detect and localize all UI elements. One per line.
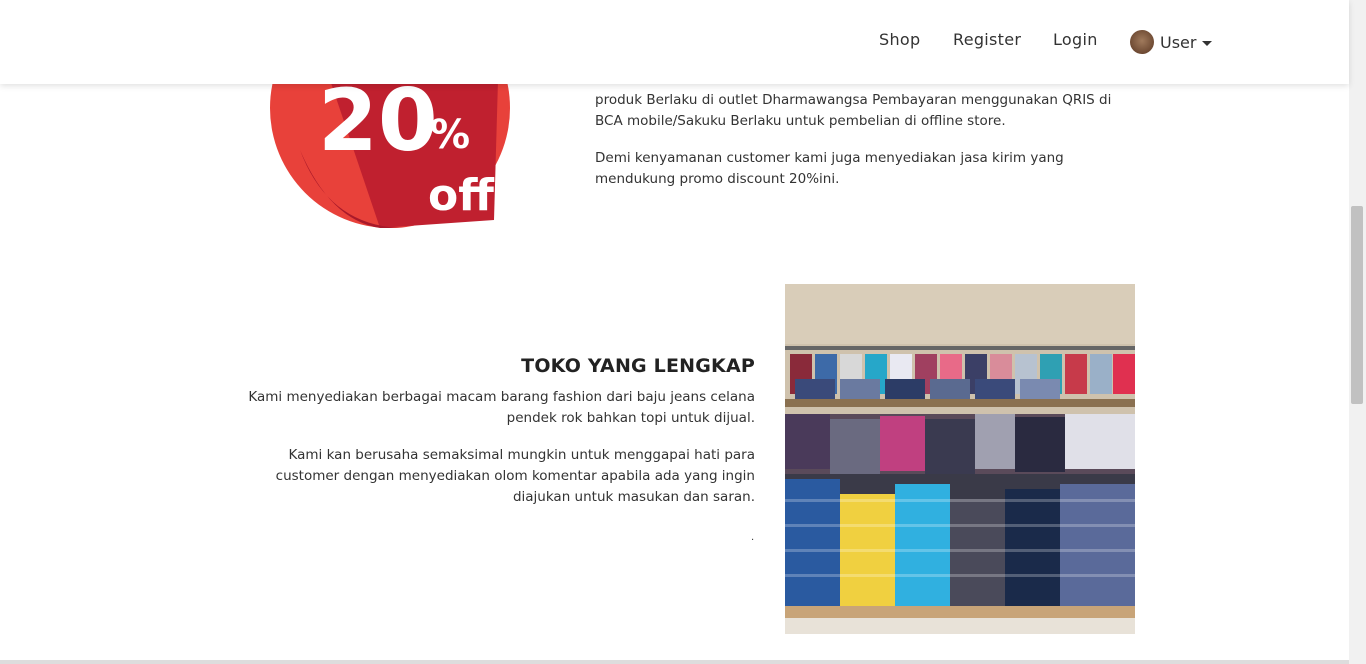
promo-discount-image: 20 % off <box>270 60 510 240</box>
store-dot: . <box>751 532 755 543</box>
promo-description: produk Berlaku di outlet Dharmawangsa Pe… <box>595 90 1140 206</box>
badge-percent-text: 20 <box>318 71 438 171</box>
promo-paragraph-1: produk Berlaku di outlet Dharmawangsa Pe… <box>595 92 1112 129</box>
store-section-title: TOKO YANG LENGKAP <box>521 355 755 377</box>
nav-login-link[interactable]: Login <box>1053 30 1098 49</box>
bottom-edge <box>0 660 1349 664</box>
nav-links: Shop Register Login User <box>0 0 1349 84</box>
store-paragraph-2: Kami kan berusaha semaksimal mungkin unt… <box>275 447 755 505</box>
top-navbar: Shop Register Login User <box>0 0 1349 84</box>
store-description: Kami menyediakan berbagai macam barang f… <box>225 387 755 524</box>
badge-percent-symbol: % <box>430 112 470 158</box>
badge-off-text: off <box>428 170 495 221</box>
page-scrollbar[interactable] <box>1349 0 1366 664</box>
scrollbar-thumb[interactable] <box>1351 206 1363 404</box>
promo-paragraph-2: Demi kenyamanan customer kami juga menye… <box>595 150 1064 187</box>
caret-down-icon <box>1202 40 1213 46</box>
user-label: User <box>1160 32 1197 52</box>
store-photo <box>785 284 1135 634</box>
nav-shop-link[interactable]: Shop <box>879 30 920 49</box>
user-avatar <box>1130 30 1154 54</box>
store-paragraph-1: Kami menyediakan berbagai macam barang f… <box>248 389 755 426</box>
discount-badge-graphic: 20 % off <box>270 60 510 229</box>
nav-register-link[interactable]: Register <box>953 30 1021 49</box>
clothing-store-image <box>785 284 1135 634</box>
user-dropdown-toggle[interactable]: User <box>1130 29 1213 55</box>
